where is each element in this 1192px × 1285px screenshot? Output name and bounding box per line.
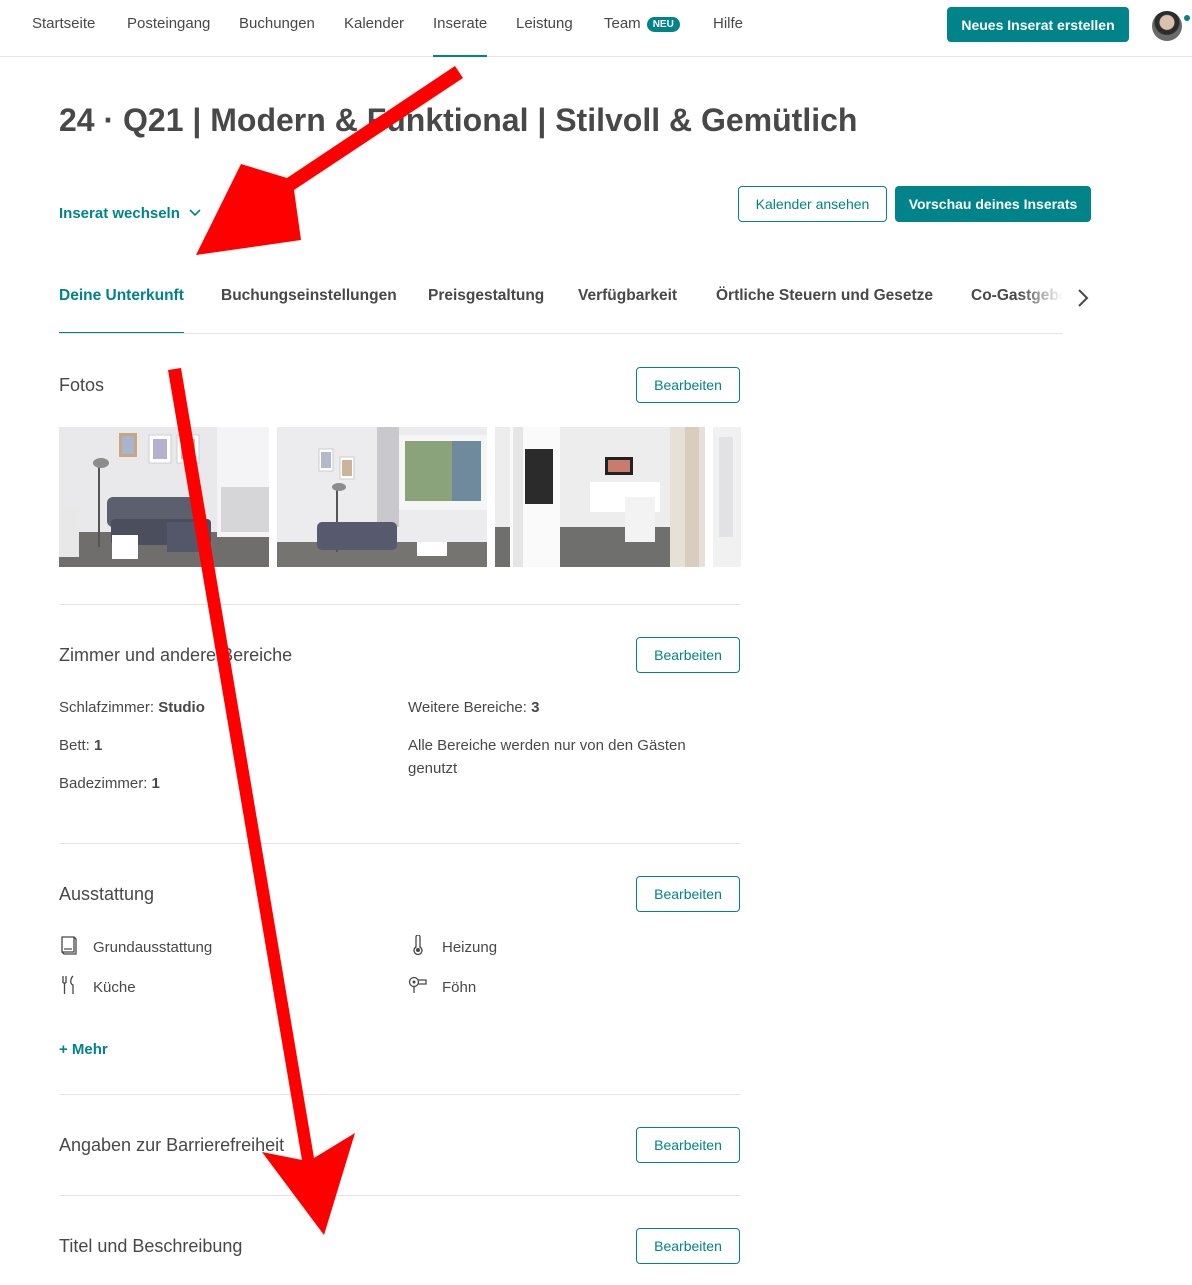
new-badge: NEU bbox=[646, 17, 680, 32]
section-divider bbox=[59, 1094, 741, 1095]
listing-photo[interactable] bbox=[495, 427, 705, 567]
section-divider bbox=[59, 1195, 741, 1196]
beds-value: 1 bbox=[94, 737, 103, 754]
tab-preisgestaltung[interactable]: Preisgestaltung bbox=[428, 287, 544, 333]
other-areas-detail: Weitere Bereiche: 3 bbox=[408, 696, 539, 719]
bedrooms-detail: Schlafzimmer: Studio bbox=[59, 696, 205, 719]
nav-item-startseite[interactable]: Startseite bbox=[32, 15, 95, 57]
tab-oertliche-steuern[interactable]: Örtliche Steuern und Gesetze bbox=[716, 287, 933, 333]
nav-item-team[interactable]: Team NEU bbox=[604, 15, 680, 57]
nav-item-team-label: Team bbox=[604, 15, 641, 32]
edit-photos-button[interactable]: Bearbeiten bbox=[636, 367, 740, 403]
switch-listing-dropdown[interactable]: Inserat wechseln bbox=[59, 205, 202, 222]
edit-description-button[interactable]: Bearbeiten bbox=[636, 1228, 740, 1264]
listing-photo[interactable] bbox=[713, 427, 741, 567]
listing-photo[interactable] bbox=[59, 427, 269, 567]
bathrooms-label: Badezimmer: bbox=[59, 775, 148, 792]
cutlery-icon bbox=[62, 975, 74, 994]
bathrooms-value: 1 bbox=[151, 775, 160, 792]
switch-listing-label: Inserat wechseln bbox=[59, 205, 180, 222]
tab-fade bbox=[1019, 270, 1063, 330]
top-navigation: Startseite Posteingang Buchungen Kalende… bbox=[0, 0, 1192, 57]
tab-deine-unterkunft[interactable]: Deine Unterkunft bbox=[59, 287, 184, 333]
more-amenities-link[interactable]: + Mehr bbox=[59, 1041, 108, 1058]
section-divider bbox=[59, 604, 741, 605]
listing-tabs: Deine Unterkunft Buchungseinstellungen P… bbox=[59, 270, 1063, 334]
notification-dot bbox=[1184, 15, 1190, 21]
nav-item-inserate[interactable]: Inserate bbox=[433, 15, 487, 57]
tab-verfuegbarkeit[interactable]: Verfügbarkeit bbox=[578, 287, 677, 333]
nav-item-buchungen[interactable]: Buchungen bbox=[239, 15, 315, 57]
amenity-label: Küche bbox=[93, 979, 136, 996]
chevron-down-icon bbox=[189, 209, 201, 217]
amenity-label: Föhn bbox=[442, 979, 477, 996]
tab-buchungseinstellungen[interactable]: Buchungseinstellungen bbox=[221, 287, 397, 333]
description-section-title: Titel und Beschreibung bbox=[59, 1236, 243, 1256]
other-areas-label: Weitere Bereiche: bbox=[408, 699, 527, 716]
bedrooms-label: Schlafzimmer: bbox=[59, 699, 155, 716]
bathrooms-detail: Badezimmer: 1 bbox=[59, 772, 160, 795]
page-title: 24 · Q21 | Modern & Funktional | Stilvol… bbox=[59, 102, 858, 138]
preview-listing-button[interactable]: Vorschau deines Inserats bbox=[895, 186, 1091, 222]
rooms-section-title: Zimmer und andere Bereiche bbox=[59, 645, 293, 665]
bedrooms-value: Studio bbox=[158, 699, 205, 716]
view-calendar-button[interactable]: Kalender ansehen bbox=[738, 186, 887, 222]
edit-amenities-button[interactable]: Bearbeiten bbox=[636, 876, 740, 912]
accessibility-section-title: Angaben zur Barrierefreiheit bbox=[59, 1135, 285, 1155]
amenities-section-title: Ausstattung bbox=[59, 884, 155, 904]
nav-item-posteingang[interactable]: Posteingang bbox=[127, 15, 210, 57]
section-divider bbox=[59, 843, 741, 844]
create-listing-button[interactable]: Neues Inserat erstellen bbox=[947, 7, 1129, 42]
beds-label: Bett: bbox=[59, 737, 90, 754]
photos-section-title: Fotos bbox=[59, 375, 105, 395]
amenity-label: Heizung bbox=[442, 939, 498, 956]
shared-areas-note: Alle Bereiche werden nur von den Gästen … bbox=[408, 737, 686, 777]
avatar[interactable] bbox=[1152, 11, 1182, 41]
annotation-arrow bbox=[196, 66, 463, 255]
other-areas-value: 3 bbox=[531, 699, 540, 716]
beds-detail: Bett: 1 bbox=[59, 734, 102, 757]
amenity-label: Grundausstattung bbox=[93, 939, 213, 956]
nav-item-kalender[interactable]: Kalender bbox=[344, 15, 404, 57]
nav-item-leistung[interactable]: Leistung bbox=[516, 15, 573, 57]
edit-accessibility-button[interactable]: Bearbeiten bbox=[636, 1127, 740, 1163]
edit-rooms-button[interactable]: Bearbeiten bbox=[636, 637, 740, 673]
chevron-right-icon[interactable] bbox=[1073, 287, 1093, 309]
essentials-icon bbox=[61, 936, 77, 955]
listing-photo[interactable] bbox=[277, 427, 487, 567]
thermometer-icon bbox=[413, 935, 423, 955]
hairdryer-icon bbox=[408, 976, 427, 993]
nav-item-hilfe[interactable]: Hilfe bbox=[713, 15, 743, 57]
